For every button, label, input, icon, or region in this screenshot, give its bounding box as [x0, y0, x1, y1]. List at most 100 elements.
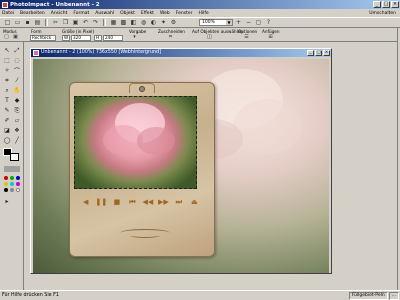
select-on-objects-icon[interactable]: ◫ — [205, 35, 214, 41]
layer-icon[interactable]: ◧ — [129, 19, 138, 27]
eyedropper-icon[interactable]: ⁄ — [12, 76, 22, 85]
copy-icon[interactable]: ❐ — [61, 19, 70, 27]
shape-select[interactable]: Rechteck — [30, 35, 56, 41]
paste-icon[interactable]: ▣ — [71, 19, 80, 27]
tools-icon[interactable]: ⚙ — [169, 19, 178, 27]
doc-maximize-button[interactable]: □ — [315, 50, 322, 56]
palette-white-swatch[interactable] — [16, 188, 20, 192]
color-mode-bar[interactable] — [4, 166, 20, 172]
paint-brush-icon[interactable]: ✎ — [2, 106, 12, 115]
status-pane-info: Füllgebiet-Peln — [348, 291, 388, 300]
document-title: Unbenannt - 2 (100%) 736x550 [Webhinterg… — [41, 50, 161, 55]
zoom-in-icon[interactable]: + — [234, 19, 243, 27]
help-icon[interactable]: ? — [264, 19, 273, 27]
palette-menu-icon[interactable]: ▸ — [2, 197, 12, 206]
palette-green-swatch[interactable] — [10, 176, 14, 180]
chevron-down-icon[interactable]: ▼ — [226, 20, 232, 25]
open-folder-icon[interactable]: ▭ — [13, 19, 22, 27]
attribute-toolbar: Modus Form Größe (in Pixel) Vorgabe Zusc… — [0, 28, 400, 42]
palette-blue-swatch[interactable] — [16, 176, 20, 180]
eject-icon[interactable]: ⏏ — [189, 197, 200, 207]
text-tool-icon[interactable]: T — [2, 96, 12, 105]
rewind-icon[interactable]: ◀ — [80, 197, 91, 207]
height-input[interactable]: 240 — [103, 35, 123, 41]
preview-icon[interactable]: ◐ — [149, 19, 158, 27]
magic-wand-icon[interactable]: ✧ — [2, 66, 12, 75]
retouch-tool-icon[interactable]: ✐ — [2, 116, 12, 125]
menu-ansicht[interactable]: Ansicht — [51, 11, 68, 16]
hand-tool-icon[interactable]: ✋ — [12, 86, 22, 95]
crop-tool-icon[interactable]: ⌗ — [2, 76, 12, 85]
doc-minimize-button[interactable]: _ — [307, 50, 314, 56]
clone-tool-icon[interactable]: ⎘ — [12, 106, 22, 115]
document-title-bar[interactable]: Unbenannt - 2 (100%) 736x550 [Webhinterg… — [31, 49, 331, 57]
skip-forward-icon[interactable]: ⏭ — [173, 197, 184, 207]
menu-bearbeiten[interactable]: Bearbeiten — [20, 11, 45, 16]
menu-fenster[interactable]: Fenster — [176, 11, 193, 16]
stamp-tool-icon[interactable]: ❖ — [12, 126, 22, 135]
grid-icon[interactable]: ▩ — [119, 19, 128, 27]
palette-yellow-swatch[interactable] — [4, 182, 8, 186]
print-icon[interactable]: ▤ — [33, 19, 42, 27]
fit-window-icon[interactable]: ▢ — [254, 19, 263, 27]
previous-icon[interactable]: ◀◀ — [142, 197, 153, 207]
fill-tool-icon[interactable]: ◪ — [2, 126, 12, 135]
cut-icon[interactable]: ✂ — [51, 19, 60, 27]
skip-back-icon[interactable]: ⏮ — [127, 197, 138, 207]
label-groesse: Größe (in Pixel) — [62, 29, 95, 34]
browse-icon[interactable]: ▦ — [109, 19, 118, 27]
doc-close-button[interactable]: × — [323, 50, 330, 56]
switch-mode-label[interactable]: Umschalten — [369, 11, 396, 16]
menu-effekt[interactable]: Effekt — [141, 11, 154, 16]
selection-tool-icon[interactable]: ⬚ — [2, 56, 12, 65]
preset-icon[interactable]: ▾ — [130, 35, 139, 41]
pause-icon[interactable]: ❚❚ — [95, 197, 107, 207]
minimize-button[interactable]: _ — [373, 1, 381, 8]
zoom-select[interactable]: 100% ▼ — [199, 19, 233, 26]
document-icon[interactable] — [33, 50, 39, 56]
pick-tool-icon[interactable]: ↖ — [2, 46, 12, 55]
palette-cyan-swatch[interactable] — [10, 182, 14, 186]
image-canvas[interactable]: ◀ ❚❚ ■ ⏮ ◀◀ ▶▶ ⏭ ⏏ — [33, 59, 329, 273]
web-icon[interactable]: ◍ — [139, 19, 148, 27]
palette-black-swatch[interactable] — [4, 188, 8, 192]
options-icon[interactable]: ☰ — [242, 35, 251, 41]
redo-icon[interactable]: ↷ — [91, 19, 100, 27]
menu-auswahl[interactable]: Auswahl — [95, 11, 114, 16]
new-file-icon[interactable]: □ — [3, 19, 12, 27]
label-form: Form — [31, 29, 42, 34]
selected-rose-photo[interactable] — [74, 96, 197, 189]
attach-icon[interactable]: ⊞ — [266, 35, 275, 41]
lasso-tool-icon[interactable]: ◌ — [12, 56, 22, 65]
path-tool-icon[interactable]: ◆ — [12, 96, 22, 105]
menu-web[interactable]: Web — [160, 11, 170, 16]
shape-tool-icon[interactable]: ◯ — [2, 136, 12, 145]
mode-add-icon[interactable]: ▣ — [11, 35, 20, 41]
palette-magenta-swatch[interactable] — [16, 182, 20, 186]
eraser-icon[interactable]: ▱ — [12, 116, 22, 125]
zoom-tool-icon[interactable]: ⌕ — [2, 86, 12, 95]
zoom-out-icon[interactable]: − — [244, 19, 253, 27]
crop-icon[interactable]: ⌗ — [166, 35, 175, 41]
save-icon[interactable]: ▪ — [23, 19, 32, 27]
menu-hilfe[interactable]: Hilfe — [198, 11, 208, 16]
undo-icon[interactable]: ↶ — [81, 19, 90, 27]
slide-frame-object[interactable]: ◀ ❚❚ ■ ⏮ ◀◀ ▶▶ ⏭ ⏏ — [69, 82, 215, 257]
mode-new-icon[interactable]: ▢ — [2, 35, 11, 41]
menu-format[interactable]: Format — [73, 11, 89, 16]
palette-gray-swatch[interactable] — [10, 188, 14, 192]
transform-tool-icon[interactable]: ⤢ — [12, 46, 22, 55]
bezier-tool-icon[interactable]: ⌒ — [12, 66, 22, 75]
background-color-swatch[interactable] — [10, 153, 19, 161]
stop-icon[interactable]: ■ — [111, 197, 122, 207]
app-icon[interactable] — [2, 1, 8, 8]
menu-objekt[interactable]: Objekt — [120, 11, 135, 16]
close-button[interactable]: × — [391, 1, 399, 8]
maximize-button[interactable]: □ — [382, 1, 390, 8]
effect-icon[interactable]: ✦ — [159, 19, 168, 27]
line-tool-icon[interactable]: ╱ — [12, 136, 22, 145]
width-input[interactable]: 320 — [71, 35, 91, 41]
menu-datei[interactable]: Datei — [2, 11, 14, 16]
palette-red-swatch[interactable] — [4, 176, 8, 180]
next-icon[interactable]: ▶▶ — [158, 197, 169, 207]
